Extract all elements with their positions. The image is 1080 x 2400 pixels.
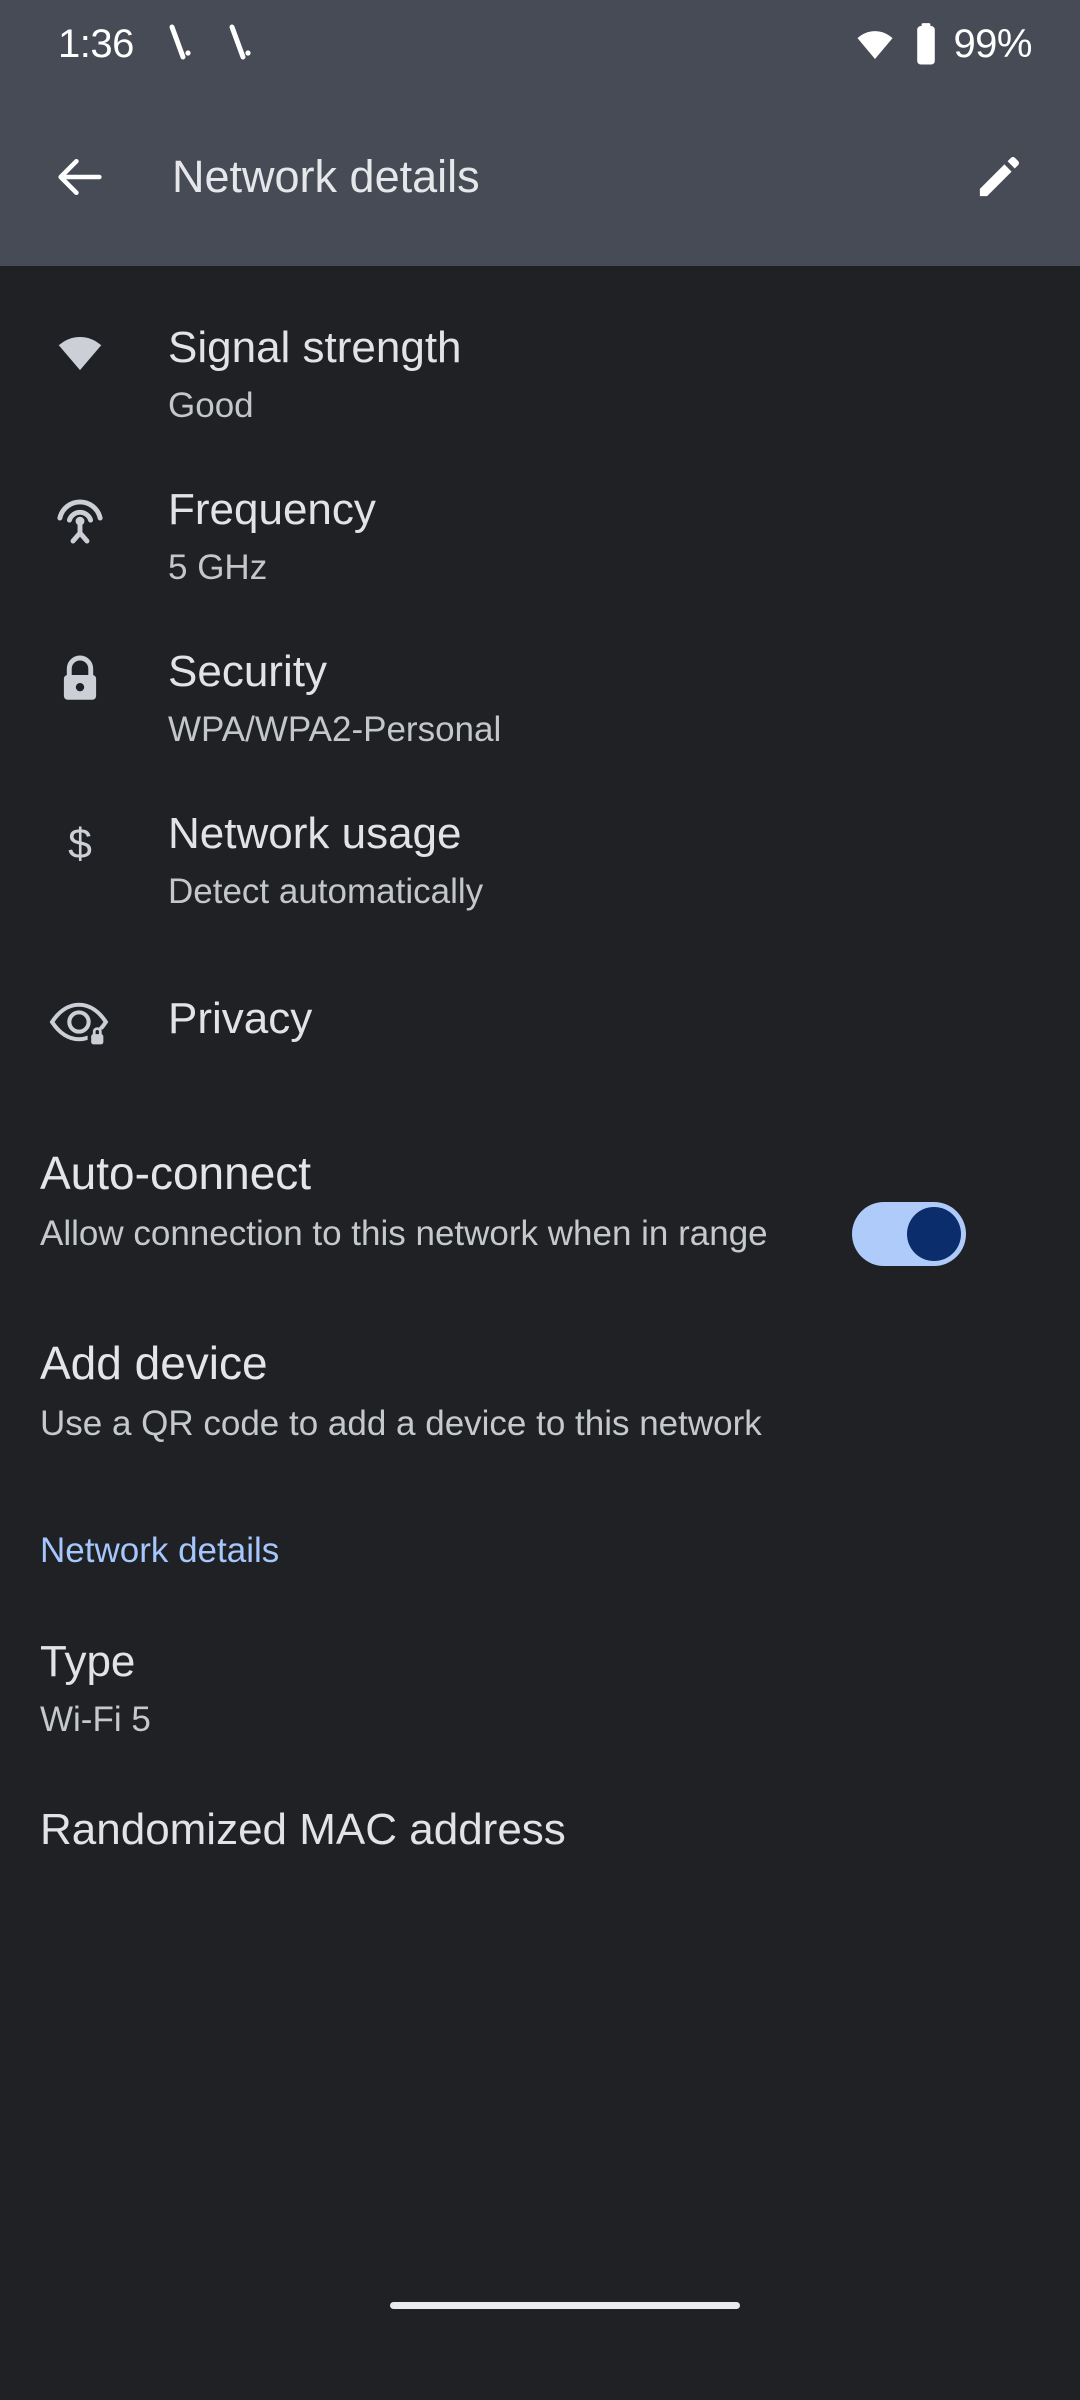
- battery-full-icon: [913, 22, 939, 66]
- auto-connect-toggle[interactable]: [852, 1202, 966, 1266]
- status-bar-clock: 1:36: [58, 21, 134, 66]
- row-randomized-mac-address[interactable]: Randomized MAC address: [0, 1800, 1080, 1860]
- notification-silenced-icon: [166, 23, 200, 65]
- status-bar-right: 99%: [851, 22, 1032, 67]
- row-subtitle: WPA/WPA2-Personal: [168, 710, 502, 749]
- row-network-usage[interactable]: $ Network usage Detect automatically: [0, 756, 1080, 918]
- row-title: Network usage: [168, 809, 462, 858]
- row-signal-strength[interactable]: Signal strength Good: [0, 266, 1080, 432]
- row-text-frequency: Frequency 5 GHz: [168, 480, 376, 594]
- row-privacy[interactable]: Privacy: [0, 918, 1080, 1068]
- dollar-icon: $: [44, 804, 116, 874]
- svg-text:$: $: [68, 820, 92, 868]
- wifi-icon: [44, 318, 116, 378]
- toggle-thumb: [907, 1207, 961, 1261]
- add-device-subtitle: Use a QR code to add a device to this ne…: [40, 1404, 762, 1443]
- auto-connect-text: Auto-connect Allow connection to this ne…: [40, 1142, 840, 1260]
- row-text-signal-strength: Signal strength Good: [168, 318, 462, 432]
- auto-connect-toggle-wrap: [852, 1202, 966, 1266]
- notification-silenced-icon: [226, 23, 260, 65]
- battery-percent-label: 99%: [953, 21, 1032, 66]
- row-title: Frequency: [168, 485, 376, 534]
- status-bar-left: 1:36: [58, 22, 260, 67]
- auto-connect-title: Auto-connect: [40, 1147, 312, 1199]
- row-add-device[interactable]: Add device Use a QR code to add a device…: [0, 1332, 1080, 1450]
- row-text-privacy: Privacy: [168, 989, 312, 1049]
- app-bar: Network details: [0, 88, 1080, 266]
- row-text-security: Security WPA/WPA2-Personal: [168, 642, 501, 756]
- row-security[interactable]: Security WPA/WPA2-Personal: [0, 594, 1080, 756]
- row-subtitle: 5 GHz: [168, 548, 268, 587]
- edit-pencil-icon[interactable]: [964, 142, 1034, 212]
- status-bar: 1:36 99%: [0, 0, 1080, 88]
- row-auto-connect[interactable]: Auto-connect Allow connection to this ne…: [0, 1142, 1080, 1266]
- add-device-title: Add device: [40, 1337, 268, 1389]
- eye-lock-icon: [44, 990, 116, 1048]
- row-frequency[interactable]: Frequency 5 GHz: [0, 432, 1080, 594]
- row-type[interactable]: Type Wi-Fi 5: [0, 1632, 1080, 1746]
- row-text-network-usage: Network usage Detect automatically: [168, 804, 483, 918]
- row-title: Privacy: [168, 994, 313, 1043]
- detail-title: Randomized MAC address: [40, 1805, 566, 1854]
- detail-subtitle: Wi-Fi 5: [40, 1700, 151, 1739]
- network-details-content: Signal strength Good Frequency 5 GHz Sec…: [0, 266, 1080, 1860]
- lock-icon: [44, 642, 116, 710]
- auto-connect-subtitle: Allow connection to this network when in…: [40, 1214, 768, 1253]
- back-arrow-icon[interactable]: [44, 141, 116, 213]
- status-bar-notification-icons: [166, 23, 260, 65]
- detail-title: Type: [40, 1637, 136, 1686]
- scroll-indicator[interactable]: [390, 2302, 740, 2309]
- page-title: Network details: [172, 151, 480, 202]
- broadcast-icon: [44, 480, 116, 548]
- section-header-network-details: Network details: [40, 1531, 280, 1570]
- row-title: Signal strength: [168, 323, 462, 372]
- row-subtitle: Detect automatically: [168, 872, 484, 911]
- row-title: Security: [168, 647, 327, 696]
- wifi-icon: [851, 24, 899, 64]
- row-subtitle: Good: [168, 386, 254, 425]
